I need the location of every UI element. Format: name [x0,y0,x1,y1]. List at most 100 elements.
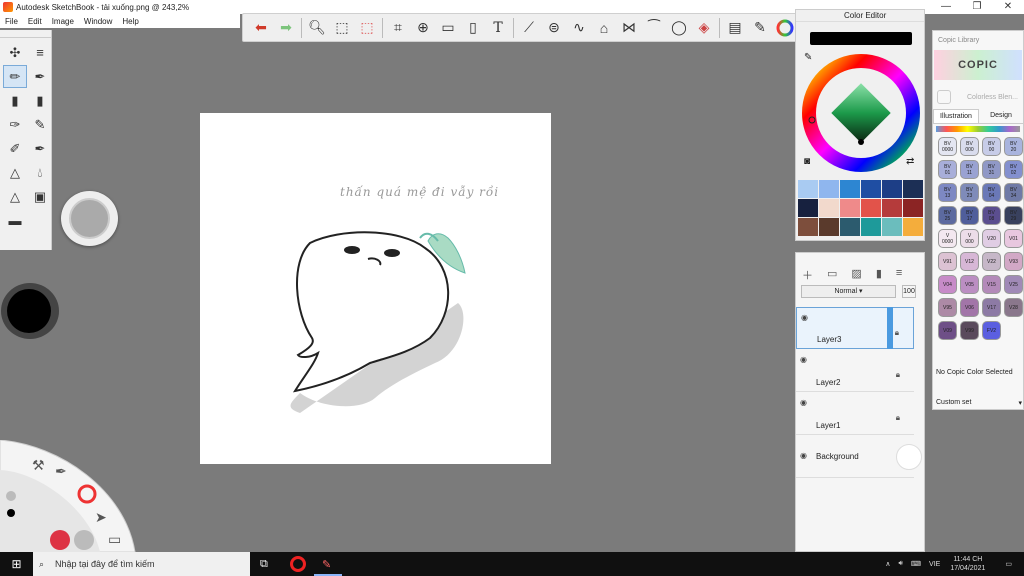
layers-toggle-icon[interactable]: ▤ [725,18,745,38]
swatch[interactable] [903,180,923,198]
redo-icon[interactable]: ➡ [276,18,296,38]
swatch[interactable] [882,180,902,198]
layer-row-layer3[interactable]: ◉ Layer3 🔒︎ [796,307,914,349]
eraser-icon[interactable]: ◈ [694,18,714,38]
tray-chevron-icon[interactable]: ∧ [885,560,890,568]
copic-swatch[interactable]: BV 25 [938,206,957,225]
swatch[interactable] [840,199,860,217]
copic-swatch[interactable]: V99 [960,321,979,340]
copic-swatch[interactable]: V06 [960,298,979,317]
copic-swatch[interactable]: BV 13 [938,183,957,202]
copic-swatch[interactable]: BV 08 [982,206,1001,225]
lagoon-radial-menu[interactable]: ⚒ ✒ ➤ ▭ [0,440,140,552]
blend-mode-select[interactable]: Normal ▾ [801,285,896,298]
curve-icon[interactable]: ∿ [569,18,589,38]
add-layer-icon[interactable]: ＋ [802,267,813,283]
copic-swatch[interactable]: BV 04 [982,183,1001,202]
swatch[interactable] [798,218,818,236]
brush-settings-icon[interactable]: ≡ [28,41,52,64]
language-indicator[interactable]: VIE [929,561,940,568]
ink-pen-icon[interactable]: ✐ [3,137,27,160]
opacity-slider[interactable] [887,307,893,349]
opera-browser-icon[interactable] [290,556,306,572]
menu-file[interactable]: File [5,17,18,26]
text-icon[interactable]: T [488,18,508,38]
copic-swatch[interactable]: V 000 [960,229,979,248]
color-wheel-icon[interactable] [775,18,795,38]
ballpoint-icon[interactable]: ✑ [3,113,27,136]
swatch[interactable] [903,199,923,217]
visibility-icon[interactable]: ◉ [800,398,807,407]
copic-swatch[interactable]: BV 23 [960,183,979,202]
sketchbook-taskbar-icon[interactable]: ✎ [322,558,331,571]
tab-design[interactable]: Design [979,109,1023,123]
fill-icon[interactable]: ▯ [463,18,483,38]
brush-palette-icon[interactable]: ✎ [750,18,770,38]
copic-swatch[interactable]: V93 [1004,252,1023,271]
swatch[interactable] [840,218,860,236]
swatch[interactable] [861,218,881,236]
copic-hue-strip[interactable] [936,126,1020,132]
copic-swatch[interactable]: BV 0000 [938,137,957,156]
ellipse-guide-icon[interactable]: ⊜ [544,18,564,38]
copic-swatch[interactable]: BV 29 [1004,206,1023,225]
distort-icon[interactable]: ▭ [438,18,458,38]
fountain-pen-icon[interactable]: ✒ [28,137,52,160]
copic-swatch[interactable]: BV 34 [1004,183,1023,202]
swatch[interactable] [819,218,839,236]
layer-row-background[interactable]: ◉ Background [796,436,922,478]
copic-swatch[interactable]: V04 [938,275,957,294]
copic-swatch[interactable]: V95 [938,298,957,317]
swatch[interactable] [882,218,902,236]
swatch[interactable] [861,180,881,198]
copic-swatch[interactable]: BV 00 [982,137,1001,156]
lock-icon[interactable]: 🔒︎ [896,413,900,423]
copic-swatch[interactable]: V 0000 [938,229,957,248]
visibility-icon[interactable]: ◉ [800,451,807,460]
close-icon[interactable]: ✕ [993,0,1023,14]
copic-swatch[interactable]: BV 20 [1004,137,1023,156]
color-history-icon[interactable]: ◙ [804,156,810,167]
blend-icon[interactable]: ▣ [28,185,52,208]
taskbar-clock[interactable]: 11:44 CH 17/04/2021 [950,555,985,573]
copic-swatch[interactable]: V15 [982,275,1001,294]
swatch[interactable] [819,199,839,217]
copic-swatch[interactable]: BV 17 [960,206,979,225]
layer-menu-icon[interactable]: ≡ [896,267,902,283]
visibility-icon[interactable]: ◉ [801,313,808,322]
eraser-brush-icon[interactable]: ▬ [3,209,27,232]
undo-icon[interactable]: ⬅ [251,18,271,38]
copic-swatch[interactable]: BV 000 [960,137,979,156]
color-editor-title[interactable]: Color Editor [796,10,924,22]
transform-icon[interactable]: ⊕ [413,18,433,38]
lock-icon[interactable]: 🔒︎ [896,370,900,380]
copic-swatch[interactable]: V91 [938,252,957,271]
lasso-icon[interactable]: ⬚ [357,18,377,38]
maximize-icon[interactable]: ❐ [962,0,992,14]
windows-start-icon[interactable]: ⊞ [0,557,33,571]
swatch[interactable] [861,199,881,217]
copic-swatch[interactable]: BV 01 [938,160,957,179]
taskbar-search[interactable]: ⌕ Nhập tại đây để tìm kiếm [33,552,250,576]
technical-pen-icon[interactable]: ✒ [28,65,52,88]
add-image-icon[interactable]: ▨ [851,267,861,283]
copic-swatch[interactable]: V12 [960,252,979,271]
smudge-icon[interactable]: △ [3,185,27,208]
fineliner-icon[interactable]: ✎ [28,113,52,136]
custom-set-select[interactable]: Custom set ▾ [936,399,1022,407]
eyedropper-icon[interactable]: ✎ [804,52,812,63]
volume-icon[interactable]: 🔊︎ [899,560,903,568]
layer-row-layer1[interactable]: ◉ Layer1 🔒︎ [796,393,914,435]
copic-swatch[interactable]: V20 [982,229,1001,248]
keyboard-icon[interactable]: ⌨ [911,560,921,568]
tab-illustration[interactable]: Illustration [933,109,979,123]
copic-swatch[interactable]: V25 [1004,275,1023,294]
copic-swatch[interactable]: V05 [960,275,979,294]
pencil-brush-icon[interactable]: ✏ [3,65,27,88]
layer-opacity[interactable]: 100 [902,285,916,298]
copic-swatch[interactable]: V17 [982,298,1001,317]
select-icon[interactable]: ⬚ [332,18,352,38]
swatch[interactable] [840,180,860,198]
visibility-icon[interactable]: ◉ [800,355,807,364]
copic-swatch[interactable]: V22 [982,252,1001,271]
